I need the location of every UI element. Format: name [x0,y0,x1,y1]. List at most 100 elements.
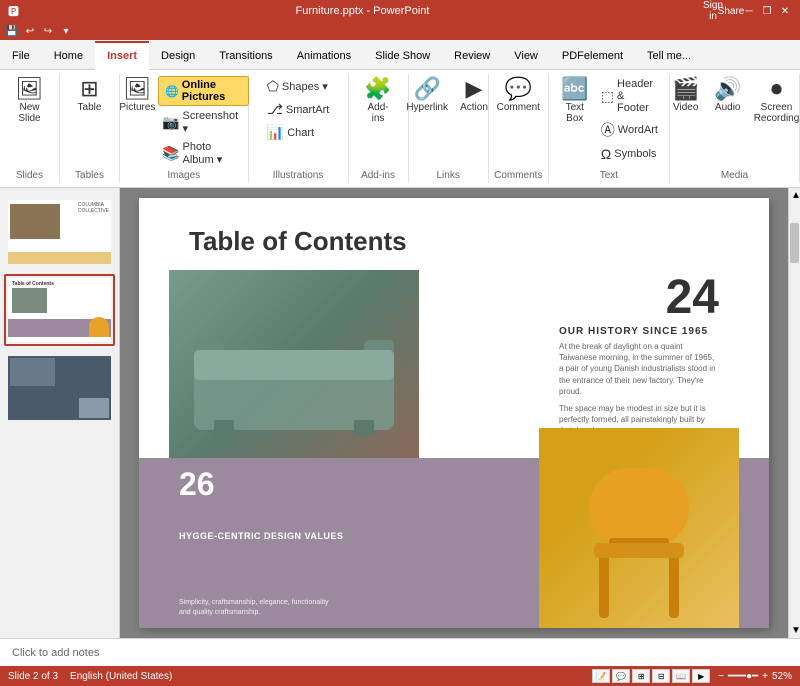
slide-canvas[interactable]: Table of Contents 24 OUR HISTORY SINCE 1… [139,198,769,628]
images-group-label: Images [167,168,200,181]
title-bar: 🅿 Furniture.pptx - PowerPoint Sign in Sh… [0,0,800,22]
wordart-icon: Ⓐ [601,120,615,140]
restore-btn[interactable]: ❒ [760,4,774,18]
photo-album-btn[interactable]: 📚 Photo Album ▾ [158,139,249,168]
save-quick-btn[interactable]: 💾 [4,23,20,39]
scroll-up-btn[interactable]: ▲ [789,188,800,203]
zoom-out-btn[interactable]: − [718,671,724,682]
tab-insert[interactable]: Insert [95,41,149,70]
slide2-chair-img [89,317,109,337]
slide-thumb-3[interactable]: 3 [4,352,115,424]
table-icon: ⊞ [80,78,98,100]
addins-group-items: 🧩 Add-ins [358,76,398,168]
close-btn[interactable]: ✕ [778,4,792,18]
slide1-logo: COLUMBIACOLLECTIVE [78,202,109,214]
screen-recording-btn[interactable]: ⏺ ScreenRecording [750,76,800,126]
zoom-control[interactable]: − ━━━●━ + 52% [718,671,792,682]
powerpoint-icon: 🅿 [8,3,19,19]
symbols-btn[interactable]: Ω Symbols [597,144,663,164]
notes-tab-btn[interactable]: 📝 [592,669,610,683]
slide-panel: 1 COLUMBIACOLLECTIVE 2 Table of Contents [0,188,120,638]
tab-review[interactable]: Review [442,40,502,69]
share-btn[interactable]: Share [724,4,738,18]
tab-design[interactable]: Design [149,40,207,69]
links-group-items: 🔗 Hyperlink ▶ Action [402,76,494,168]
wordart-label: WordArt [618,124,658,136]
our-history-section: OUR HISTORY SINCE 1965 At the break of d… [559,326,719,437]
zoom-level: 52% [772,671,792,682]
group-tables: ⊞ Table Tables [60,74,120,183]
chart-btn[interactable]: 📊 Chart [263,122,334,143]
smartart-btn[interactable]: ⎇ SmartArt [263,99,334,120]
slide-thumb-1[interactable]: 1 COLUMBIACOLLECTIVE [4,196,115,268]
addins-icon: 🧩 [364,78,391,100]
pictures-icon: 🖼 [123,78,151,100]
video-btn[interactable]: 🎬 Video [666,76,706,115]
undo-btn[interactable]: ↩ [22,23,38,39]
quick-access-toolbar: 💾 ↩ ↪ ▾ [0,22,800,40]
tab-animations[interactable]: Animations [285,40,363,69]
our-history-title: OUR HISTORY SINCE 1965 [559,326,719,337]
slide-sorter-btn[interactable]: ⊟ [652,669,670,683]
zoom-bar: ━━━●━ [728,671,758,682]
tab-tell-me[interactable]: Tell me... [635,40,703,69]
sofa-image [169,270,419,460]
hygge-text1: Simplicity, craftsmanship, elegance, fun… [179,598,339,618]
tab-pdfelement[interactable]: PDFelement [550,40,635,69]
photo-album-icon: 📚 [162,145,179,162]
normal-view-btn[interactable]: ⊞ [632,669,650,683]
sofa-svg [184,290,404,440]
vertical-scrollbar[interactable]: ▲ ▼ [788,188,800,638]
slideshow-btn[interactable]: ▶ [692,669,710,683]
pictures-btn[interactable]: 🖼 Pictures [119,76,156,115]
slide2-mini-content: Table of Contents [8,278,111,342]
tab-view[interactable]: View [502,40,550,69]
screenshot-icon: 📷 [162,114,179,131]
hygge-title: HYGGE-CENTRIC DESIGN VALUES [179,530,343,543]
ribbon: File Home Insert Design Transitions Anim… [0,40,800,188]
zoom-in-btn[interactable]: + [762,671,768,682]
reading-view-btn[interactable]: 📖 [672,669,690,683]
screenshot-btn[interactable]: 📷 Screenshot ▾ [158,108,249,137]
photo-album-label: Photo Album ▾ [183,141,245,166]
comments-group-items: 💬 Comment [493,76,544,168]
customize-quick-access-btn[interactable]: ▾ [58,23,74,39]
wordart-btn[interactable]: Ⓐ WordArt [597,118,663,142]
comment-btn[interactable]: 💬 Comment [493,76,544,115]
title-bar-left: 🅿 [8,3,19,19]
shapes-btn[interactable]: ⬠ Shapes ▾ [263,76,334,97]
new-slide-btn[interactable]: 🖼 NewSlide [10,76,50,126]
tab-slideshow[interactable]: Slide Show [363,40,442,69]
table-btn[interactable]: ⊞ Table [70,76,110,115]
slide-canvas-area: Table of Contents 24 OUR HISTORY SINCE 1… [120,188,788,638]
redo-btn[interactable]: ↪ [40,23,56,39]
hyperlink-btn[interactable]: 🔗 Hyperlink [402,76,452,115]
new-slide-icon: 🖼 [16,78,44,100]
smartart-icon: ⎇ [267,101,283,118]
scroll-thumb[interactable] [790,223,799,263]
comment-icon: 💬 [505,78,532,100]
chair-image [539,428,739,628]
tab-transitions[interactable]: Transitions [207,40,284,69]
slides-group-items: 🖼 NewSlide [10,76,50,168]
tab-home[interactable]: Home [42,40,95,69]
audio-btn[interactable]: 🔊 Audio [708,76,748,115]
header-footer-btn[interactable]: ⬚ Header & Footer [597,76,663,116]
tab-file[interactable]: File [0,40,42,69]
addins-group-label: Add-ins [361,168,395,181]
symbols-icon: Ω [601,146,611,162]
slide2-mini-title: Table of Contents [12,281,54,287]
slide1-accent-bar [8,252,111,264]
addins-btn[interactable]: 🧩 Add-ins [358,76,398,126]
main-area: 1 COLUMBIACOLLECTIVE 2 Table of Contents [0,188,800,638]
notes-bar[interactable]: Click to add notes [0,638,800,666]
comments-tab-btn[interactable]: 💬 [612,669,630,683]
group-slides: 🖼 NewSlide Slides [0,74,60,183]
comments-group-label: Comments [494,168,542,181]
textbox-btn[interactable]: 🔤 TextBox [555,76,595,126]
slide-thumb-2[interactable]: 2 Table of Contents [4,274,115,346]
links-group-label: Links [436,168,459,181]
group-media: 🎬 Video 🔊 Audio ⏺ ScreenRecording Media [670,74,800,183]
minimize-btn[interactable]: ─ [742,4,756,18]
online-pictures-btn[interactable]: 🌐 Online Pictures [158,76,249,106]
